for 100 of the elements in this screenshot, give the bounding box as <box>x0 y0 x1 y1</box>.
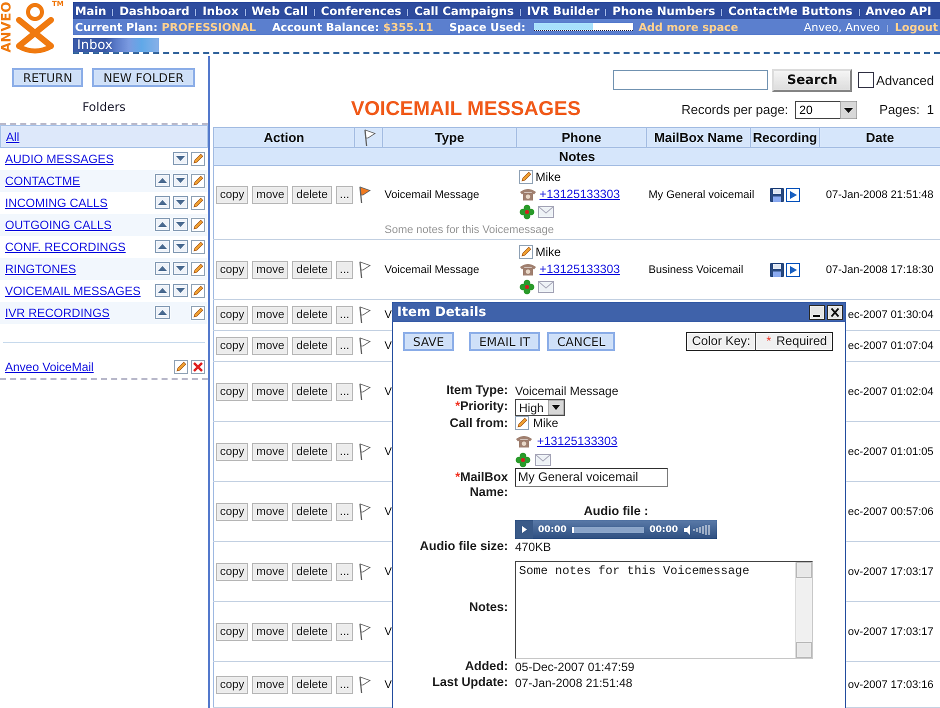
priority-select[interactable]: High <box>515 399 565 416</box>
row-action-button[interactable]: delete <box>292 337 332 355</box>
dialog-button[interactable]: EMAIL IT <box>469 332 540 351</box>
row-action-button[interactable]: delete <box>292 676 332 694</box>
nav-link[interactable]: Dashboard <box>119 4 190 18</box>
row-action-button[interactable]: copy <box>216 562 248 580</box>
row-action-button[interactable]: delete <box>292 502 332 520</box>
nav-link[interactable]: Main <box>75 4 106 18</box>
flag-icon[interactable] <box>356 260 370 278</box>
flag-icon[interactable] <box>356 676 370 694</box>
column-header[interactable]: MailBox Name <box>646 128 750 148</box>
folder-link[interactable]: INCOMING CALLS <box>5 196 108 210</box>
flag-icon[interactable] <box>362 128 376 146</box>
row-action-button[interactable]: ... <box>336 442 354 460</box>
records-select[interactable]: 20 <box>795 100 840 118</box>
dropdown-arrow-icon[interactable] <box>840 100 858 118</box>
flag-icon[interactable] <box>356 502 370 520</box>
pencil-icon[interactable] <box>191 174 205 188</box>
pencil-icon[interactable] <box>191 196 205 210</box>
pencil-icon[interactable] <box>191 240 205 254</box>
pencil-icon[interactable] <box>518 244 532 258</box>
telephone-icon[interactable] <box>518 186 536 201</box>
dialog-button[interactable]: CANCEL <box>547 332 616 351</box>
row-action-button[interactable]: copy <box>216 337 248 355</box>
nav-link[interactable]: ContactMe Buttons <box>728 4 853 18</box>
search-field[interactable] <box>613 70 768 90</box>
clover-icon[interactable] <box>518 204 534 220</box>
row-action-button[interactable]: ... <box>336 260 354 278</box>
mailbox-link[interactable]: Anveo VoiceMail <box>5 360 94 374</box>
nav-link[interactable]: Inbox <box>202 4 239 18</box>
row-action-button[interactable]: copy <box>216 186 248 204</box>
column-header[interactable]: Recording <box>750 128 820 148</box>
row-action-button[interactable]: ... <box>336 502 354 520</box>
row-action-button[interactable]: ... <box>336 337 354 355</box>
telephone-icon[interactable] <box>515 434 533 448</box>
row-action-button[interactable]: copy <box>216 502 248 520</box>
search-button[interactable]: Search <box>772 68 852 92</box>
flag-icon[interactable] <box>356 186 370 204</box>
row-action-button[interactable]: copy <box>216 382 248 400</box>
row-action-button[interactable]: move <box>252 442 288 460</box>
row-action-button[interactable]: delete <box>292 260 332 278</box>
folder-item[interactable]: All <box>0 125 208 148</box>
row-action-button[interactable]: ... <box>336 676 354 694</box>
column-header[interactable]: Action <box>214 128 354 148</box>
row-action-button[interactable]: delete <box>292 442 332 460</box>
pencil-icon[interactable] <box>174 360 188 374</box>
pencil-icon[interactable] <box>515 416 529 430</box>
folder-button[interactable]: NEW FOLDER <box>92 68 195 87</box>
close-button[interactable] <box>827 305 843 320</box>
folder-link[interactable]: IVR RECORDINGS <box>5 306 110 320</box>
clover-icon[interactable] <box>515 452 531 468</box>
row-action-button[interactable]: move <box>252 337 288 355</box>
folder-item[interactable]: INCOMING CALLS <box>0 192 208 214</box>
row-action-button[interactable]: ... <box>336 562 354 580</box>
folder-item[interactable]: AUDIO MESSAGES <box>0 148 208 170</box>
telephone-icon[interactable] <box>518 262 536 276</box>
flag-icon[interactable] <box>356 562 370 580</box>
flag-icon[interactable] <box>356 306 370 324</box>
phone-link[interactable]: +13125133303 <box>537 434 618 448</box>
pencil-icon[interactable] <box>191 218 205 232</box>
row-action-button[interactable]: move <box>252 676 288 694</box>
folder-link[interactable]: OUTGOING CALLS <box>5 218 112 232</box>
play-icon[interactable] <box>786 262 800 276</box>
scrollbar[interactable] <box>795 562 812 658</box>
row-action-button[interactable]: copy <box>216 622 248 640</box>
row-action-button[interactable]: ... <box>336 186 354 204</box>
folder-link[interactable]: All <box>6 130 20 144</box>
row-action-button[interactable]: move <box>252 186 288 204</box>
folder-link[interactable]: AUDIO MESSAGES <box>5 152 114 166</box>
audio-player[interactable]: 00:00 00:00 <box>515 520 717 539</box>
advanced-checkbox[interactable] <box>858 72 874 88</box>
column-header[interactable] <box>354 128 382 148</box>
nav-link[interactable]: Phone Numbers <box>612 4 716 18</box>
row-action-button[interactable]: move <box>252 562 288 580</box>
row-action-button[interactable]: move <box>252 622 288 640</box>
row-action-button[interactable]: move <box>252 382 288 400</box>
row-action-button[interactable]: copy <box>216 306 248 324</box>
row-action-button[interactable]: move <box>252 306 288 324</box>
folder-link[interactable]: CONF. RECORDINGS <box>5 240 126 254</box>
flag-icon[interactable] <box>356 382 370 400</box>
row-action-button[interactable]: copy <box>216 442 248 460</box>
row-action-button[interactable]: ... <box>336 306 354 324</box>
row-action-button[interactable]: delete <box>292 306 332 324</box>
row-action-button[interactable]: delete <box>292 382 332 400</box>
folder-item[interactable]: CONTACTME <box>0 170 208 192</box>
progress-track[interactable] <box>572 526 644 532</box>
flag-icon[interactable] <box>356 442 370 460</box>
pencil-icon[interactable] <box>518 170 532 184</box>
row-action-button[interactable]: copy <box>216 260 248 278</box>
pencil-icon[interactable] <box>191 306 205 320</box>
folder-item[interactable]: OUTGOING CALLS <box>0 214 208 236</box>
nav-link[interactable]: IVR Builder <box>526 4 600 18</box>
folder-link[interactable]: RINGTONES <box>5 262 76 276</box>
row-action-button[interactable]: copy <box>216 676 248 694</box>
column-header[interactable]: Phone <box>516 128 646 148</box>
pencil-icon[interactable] <box>191 262 205 276</box>
flag-icon[interactable] <box>356 622 370 640</box>
clover-icon[interactable] <box>518 278 534 294</box>
folder-item[interactable]: CONF. RECORDINGS <box>0 236 208 258</box>
play-icon[interactable] <box>786 188 800 202</box>
